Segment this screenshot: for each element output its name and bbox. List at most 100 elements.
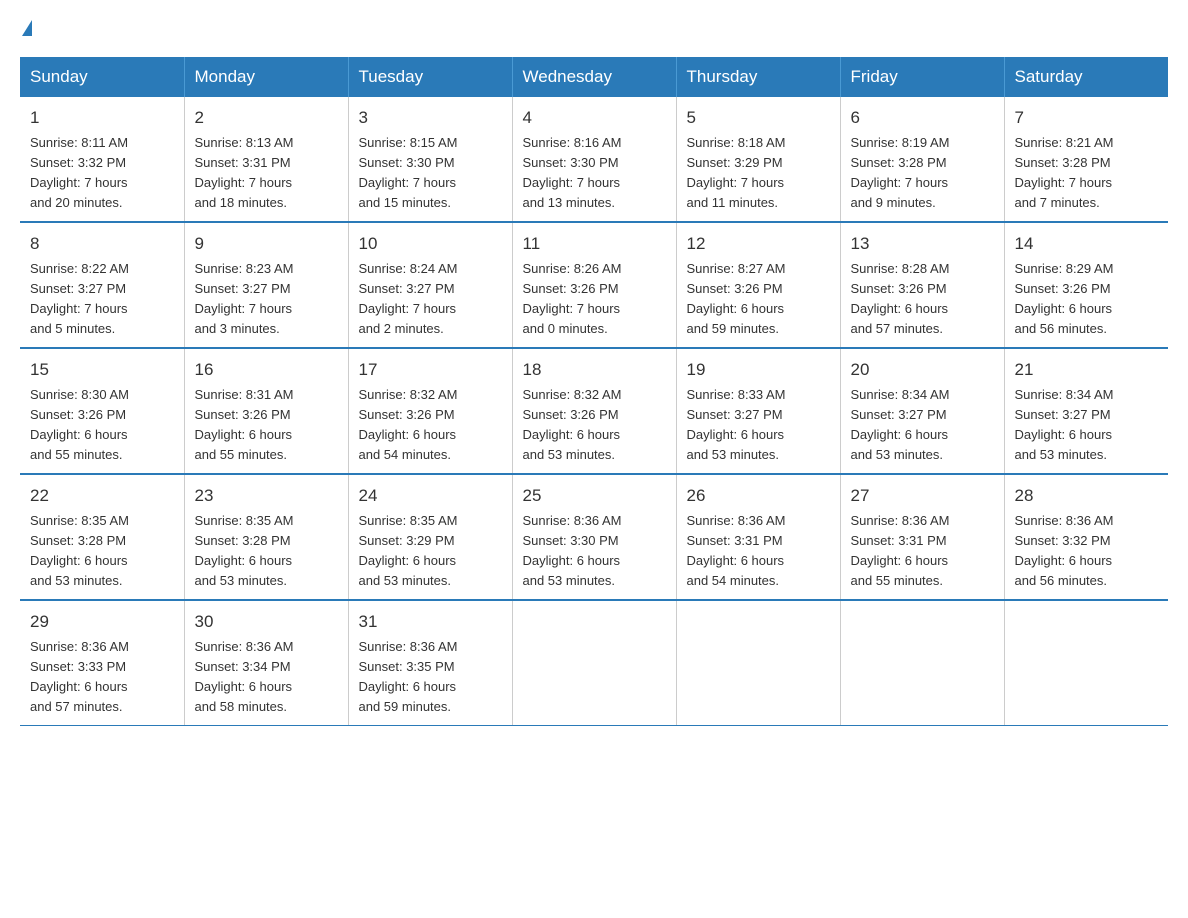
calendar-cell: 17Sunrise: 8:32 AMSunset: 3:26 PMDayligh… [348, 348, 512, 474]
day-info: Sunrise: 8:35 AMSunset: 3:28 PMDaylight:… [195, 511, 338, 592]
day-number: 9 [195, 231, 338, 257]
calendar-cell [512, 600, 676, 726]
day-number: 13 [851, 231, 994, 257]
calendar-cell: 9Sunrise: 8:23 AMSunset: 3:27 PMDaylight… [184, 222, 348, 348]
calendar-week-row: 22Sunrise: 8:35 AMSunset: 3:28 PMDayligh… [20, 474, 1168, 600]
calendar-cell: 4Sunrise: 8:16 AMSunset: 3:30 PMDaylight… [512, 97, 676, 222]
calendar-cell: 31Sunrise: 8:36 AMSunset: 3:35 PMDayligh… [348, 600, 512, 726]
calendar-week-row: 15Sunrise: 8:30 AMSunset: 3:26 PMDayligh… [20, 348, 1168, 474]
day-number: 31 [359, 609, 502, 635]
day-number: 26 [687, 483, 830, 509]
day-info: Sunrise: 8:36 AMSunset: 3:30 PMDaylight:… [523, 511, 666, 592]
calendar-cell: 6Sunrise: 8:19 AMSunset: 3:28 PMDaylight… [840, 97, 1004, 222]
day-info: Sunrise: 8:32 AMSunset: 3:26 PMDaylight:… [523, 385, 666, 466]
calendar-cell: 8Sunrise: 8:22 AMSunset: 3:27 PMDaylight… [20, 222, 184, 348]
logo [20, 20, 32, 37]
page-header [20, 20, 1168, 37]
day-info: Sunrise: 8:26 AMSunset: 3:26 PMDaylight:… [523, 259, 666, 340]
day-number: 12 [687, 231, 830, 257]
calendar-cell: 21Sunrise: 8:34 AMSunset: 3:27 PMDayligh… [1004, 348, 1168, 474]
day-info: Sunrise: 8:36 AMSunset: 3:31 PMDaylight:… [687, 511, 830, 592]
calendar-cell: 25Sunrise: 8:36 AMSunset: 3:30 PMDayligh… [512, 474, 676, 600]
day-number: 4 [523, 105, 666, 131]
weekday-header-wednesday: Wednesday [512, 57, 676, 97]
weekday-header-tuesday: Tuesday [348, 57, 512, 97]
calendar-cell: 7Sunrise: 8:21 AMSunset: 3:28 PMDaylight… [1004, 97, 1168, 222]
day-number: 24 [359, 483, 502, 509]
day-number: 14 [1015, 231, 1159, 257]
calendar-cell: 23Sunrise: 8:35 AMSunset: 3:28 PMDayligh… [184, 474, 348, 600]
calendar-cell: 28Sunrise: 8:36 AMSunset: 3:32 PMDayligh… [1004, 474, 1168, 600]
calendar-cell: 15Sunrise: 8:30 AMSunset: 3:26 PMDayligh… [20, 348, 184, 474]
day-number: 3 [359, 105, 502, 131]
weekday-header-sunday: Sunday [20, 57, 184, 97]
calendar-cell: 24Sunrise: 8:35 AMSunset: 3:29 PMDayligh… [348, 474, 512, 600]
weekday-header-monday: Monday [184, 57, 348, 97]
day-info: Sunrise: 8:33 AMSunset: 3:27 PMDaylight:… [687, 385, 830, 466]
calendar-week-row: 1Sunrise: 8:11 AMSunset: 3:32 PMDaylight… [20, 97, 1168, 222]
weekday-header-row: SundayMondayTuesdayWednesdayThursdayFrid… [20, 57, 1168, 97]
calendar-cell: 2Sunrise: 8:13 AMSunset: 3:31 PMDaylight… [184, 97, 348, 222]
calendar-cell: 13Sunrise: 8:28 AMSunset: 3:26 PMDayligh… [840, 222, 1004, 348]
day-info: Sunrise: 8:31 AMSunset: 3:26 PMDaylight:… [195, 385, 338, 466]
day-info: Sunrise: 8:35 AMSunset: 3:28 PMDaylight:… [30, 511, 174, 592]
calendar-cell [840, 600, 1004, 726]
day-number: 10 [359, 231, 502, 257]
calendar-cell: 20Sunrise: 8:34 AMSunset: 3:27 PMDayligh… [840, 348, 1004, 474]
day-info: Sunrise: 8:22 AMSunset: 3:27 PMDaylight:… [30, 259, 174, 340]
day-info: Sunrise: 8:36 AMSunset: 3:33 PMDaylight:… [30, 637, 174, 718]
day-number: 16 [195, 357, 338, 383]
calendar-cell: 10Sunrise: 8:24 AMSunset: 3:27 PMDayligh… [348, 222, 512, 348]
calendar-cell: 11Sunrise: 8:26 AMSunset: 3:26 PMDayligh… [512, 222, 676, 348]
day-info: Sunrise: 8:36 AMSunset: 3:32 PMDaylight:… [1015, 511, 1159, 592]
calendar-cell: 1Sunrise: 8:11 AMSunset: 3:32 PMDaylight… [20, 97, 184, 222]
day-info: Sunrise: 8:13 AMSunset: 3:31 PMDaylight:… [195, 133, 338, 214]
day-info: Sunrise: 8:24 AMSunset: 3:27 PMDaylight:… [359, 259, 502, 340]
day-info: Sunrise: 8:27 AMSunset: 3:26 PMDaylight:… [687, 259, 830, 340]
calendar-cell: 14Sunrise: 8:29 AMSunset: 3:26 PMDayligh… [1004, 222, 1168, 348]
calendar-cell: 29Sunrise: 8:36 AMSunset: 3:33 PMDayligh… [20, 600, 184, 726]
day-info: Sunrise: 8:36 AMSunset: 3:34 PMDaylight:… [195, 637, 338, 718]
day-number: 23 [195, 483, 338, 509]
day-info: Sunrise: 8:29 AMSunset: 3:26 PMDaylight:… [1015, 259, 1159, 340]
day-number: 20 [851, 357, 994, 383]
calendar-cell [1004, 600, 1168, 726]
day-number: 11 [523, 231, 666, 257]
calendar-cell: 18Sunrise: 8:32 AMSunset: 3:26 PMDayligh… [512, 348, 676, 474]
calendar-cell: 30Sunrise: 8:36 AMSunset: 3:34 PMDayligh… [184, 600, 348, 726]
day-number: 1 [30, 105, 174, 131]
calendar-cell: 22Sunrise: 8:35 AMSunset: 3:28 PMDayligh… [20, 474, 184, 600]
day-info: Sunrise: 8:28 AMSunset: 3:26 PMDaylight:… [851, 259, 994, 340]
day-number: 5 [687, 105, 830, 131]
day-number: 28 [1015, 483, 1159, 509]
day-number: 19 [687, 357, 830, 383]
day-info: Sunrise: 8:34 AMSunset: 3:27 PMDaylight:… [1015, 385, 1159, 466]
day-info: Sunrise: 8:16 AMSunset: 3:30 PMDaylight:… [523, 133, 666, 214]
calendar-cell: 12Sunrise: 8:27 AMSunset: 3:26 PMDayligh… [676, 222, 840, 348]
weekday-header-saturday: Saturday [1004, 57, 1168, 97]
day-number: 18 [523, 357, 666, 383]
day-info: Sunrise: 8:19 AMSunset: 3:28 PMDaylight:… [851, 133, 994, 214]
day-info: Sunrise: 8:18 AMSunset: 3:29 PMDaylight:… [687, 133, 830, 214]
day-number: 15 [30, 357, 174, 383]
day-number: 21 [1015, 357, 1159, 383]
day-info: Sunrise: 8:11 AMSunset: 3:32 PMDaylight:… [30, 133, 174, 214]
day-info: Sunrise: 8:36 AMSunset: 3:31 PMDaylight:… [851, 511, 994, 592]
calendar-cell [676, 600, 840, 726]
day-number: 8 [30, 231, 174, 257]
weekday-header-thursday: Thursday [676, 57, 840, 97]
day-info: Sunrise: 8:23 AMSunset: 3:27 PMDaylight:… [195, 259, 338, 340]
calendar-cell: 26Sunrise: 8:36 AMSunset: 3:31 PMDayligh… [676, 474, 840, 600]
day-number: 7 [1015, 105, 1159, 131]
day-info: Sunrise: 8:34 AMSunset: 3:27 PMDaylight:… [851, 385, 994, 466]
day-number: 17 [359, 357, 502, 383]
day-number: 30 [195, 609, 338, 635]
day-number: 6 [851, 105, 994, 131]
weekday-header-friday: Friday [840, 57, 1004, 97]
day-info: Sunrise: 8:15 AMSunset: 3:30 PMDaylight:… [359, 133, 502, 214]
day-info: Sunrise: 8:36 AMSunset: 3:35 PMDaylight:… [359, 637, 502, 718]
calendar-cell: 27Sunrise: 8:36 AMSunset: 3:31 PMDayligh… [840, 474, 1004, 600]
calendar-table: SundayMondayTuesdayWednesdayThursdayFrid… [20, 57, 1168, 726]
day-info: Sunrise: 8:21 AMSunset: 3:28 PMDaylight:… [1015, 133, 1159, 214]
day-info: Sunrise: 8:30 AMSunset: 3:26 PMDaylight:… [30, 385, 174, 466]
